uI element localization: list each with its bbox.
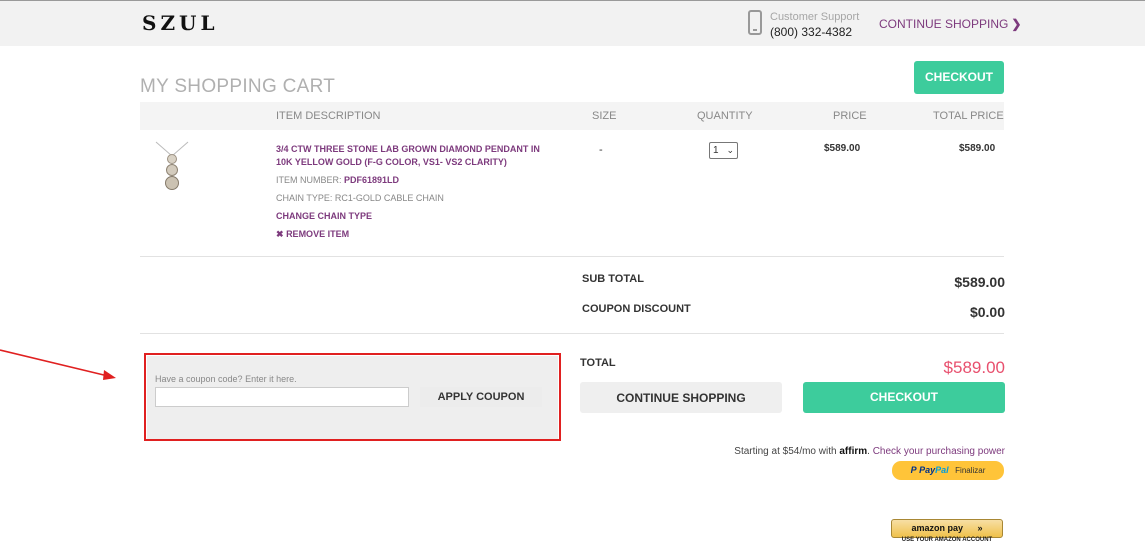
- affirm-logo: affirm: [839, 446, 868, 457]
- coupon-code-input[interactable]: [155, 387, 409, 407]
- col-quantity: QUANTITY: [697, 110, 753, 122]
- site-logo[interactable]: SZUL: [142, 11, 219, 35]
- affirm-purchasing-power-link[interactable]: Check your purchasing power: [873, 446, 1005, 457]
- paypal-pay: Pay: [919, 465, 936, 475]
- product-thumbnail[interactable]: [152, 140, 192, 192]
- annotation-arrow: [0, 349, 116, 380]
- item-number-label: ITEM NUMBER:: [276, 175, 342, 185]
- continue-shopping-link[interactable]: CONTINUE SHOPPING ❯: [879, 17, 1021, 31]
- page-title: MY SHOPPING CART: [140, 76, 336, 97]
- amazon-pay-button[interactable]: amazon pay »: [891, 519, 1003, 538]
- chevrons-right-icon: »: [977, 523, 983, 533]
- amazon-pay-caption: USE YOUR AMAZON ACCOUNT: [901, 537, 993, 543]
- item-price: $589.00: [824, 143, 861, 154]
- total-value: $589.00: [943, 358, 1005, 377]
- item-number: ITEM NUMBER: PDF61891LD: [276, 175, 399, 185]
- checkout-button-top[interactable]: CHECKOUT: [914, 61, 1004, 94]
- divider: [140, 333, 1004, 334]
- customer-support: Customer Support (800) 332-4382: [770, 11, 859, 39]
- paypal-logo-icon: P: [910, 465, 917, 475]
- coupon-discount-value: $0.00: [969, 304, 1005, 320]
- total-label: TOTAL: [580, 357, 616, 369]
- paypal-pal: Pal: [935, 465, 949, 475]
- top-header: SZUL Customer Support (800) 332-4382 CON…: [0, 0, 1145, 46]
- col-item-description: ITEM DESCRIPTION: [276, 110, 381, 122]
- chain-type: CHAIN TYPE: RC1-GOLD CABLE CHAIN: [276, 193, 444, 203]
- remove-item-link[interactable]: ✖ REMOVE ITEM: [276, 229, 349, 240]
- paypal-button[interactable]: P PayPal Finalizar: [892, 461, 1004, 480]
- coupon-label: Have a coupon code? Enter it here.: [155, 374, 297, 384]
- amazon-pay-label: amazon pay: [911, 523, 963, 533]
- support-label: Customer Support: [770, 11, 860, 23]
- col-total-price: TOTAL PRICE: [933, 110, 1004, 122]
- divider: [140, 256, 1004, 257]
- change-chain-type-link[interactable]: CHANGE CHAIN TYPE: [276, 211, 372, 221]
- col-size: SIZE: [592, 110, 617, 122]
- item-number-value: PDF61891LD: [344, 175, 400, 185]
- subtotal-label: SUB TOTAL: [582, 273, 644, 285]
- remove-item-label: REMOVE ITEM: [286, 229, 350, 239]
- coupon-discount-label: COUPON DISCOUNT: [582, 303, 691, 315]
- continue-shopping-button[interactable]: CONTINUE SHOPPING: [580, 382, 782, 413]
- checkout-button[interactable]: CHECKOUT: [803, 382, 1005, 413]
- subtotal-value: $589.00: [954, 274, 1005, 290]
- chevron-down-icon: ⌄: [726, 145, 734, 155]
- paypal-suffix: Finalizar: [955, 466, 986, 475]
- item-size: -: [599, 144, 603, 156]
- chevron-right-icon: ❯: [1011, 17, 1022, 31]
- apply-coupon-button[interactable]: APPLY COUPON: [420, 387, 542, 407]
- quantity-select[interactable]: 1 ⌄: [709, 142, 738, 159]
- affirm-prefix: Starting at $54/mo with: [734, 446, 837, 457]
- col-price: PRICE: [833, 110, 867, 122]
- close-icon: ✖: [276, 229, 284, 239]
- affirm-financing: Starting at $54/mo with affirm. Check yo…: [734, 446, 1005, 457]
- item-total-price: $589.00: [959, 143, 996, 154]
- phone-icon: [748, 10, 762, 35]
- support-phone[interactable]: (800) 332-4382: [770, 25, 859, 39]
- continue-shopping-label: CONTINUE SHOPPING: [879, 17, 1009, 31]
- cart-table-header: ITEM DESCRIPTION SIZE QUANTITY PRICE TOT…: [140, 102, 1004, 130]
- item-title-link[interactable]: 3/4 CTW THREE STONE LAB GROWN DIAMOND PE…: [276, 143, 546, 169]
- quantity-value: 1: [713, 145, 719, 156]
